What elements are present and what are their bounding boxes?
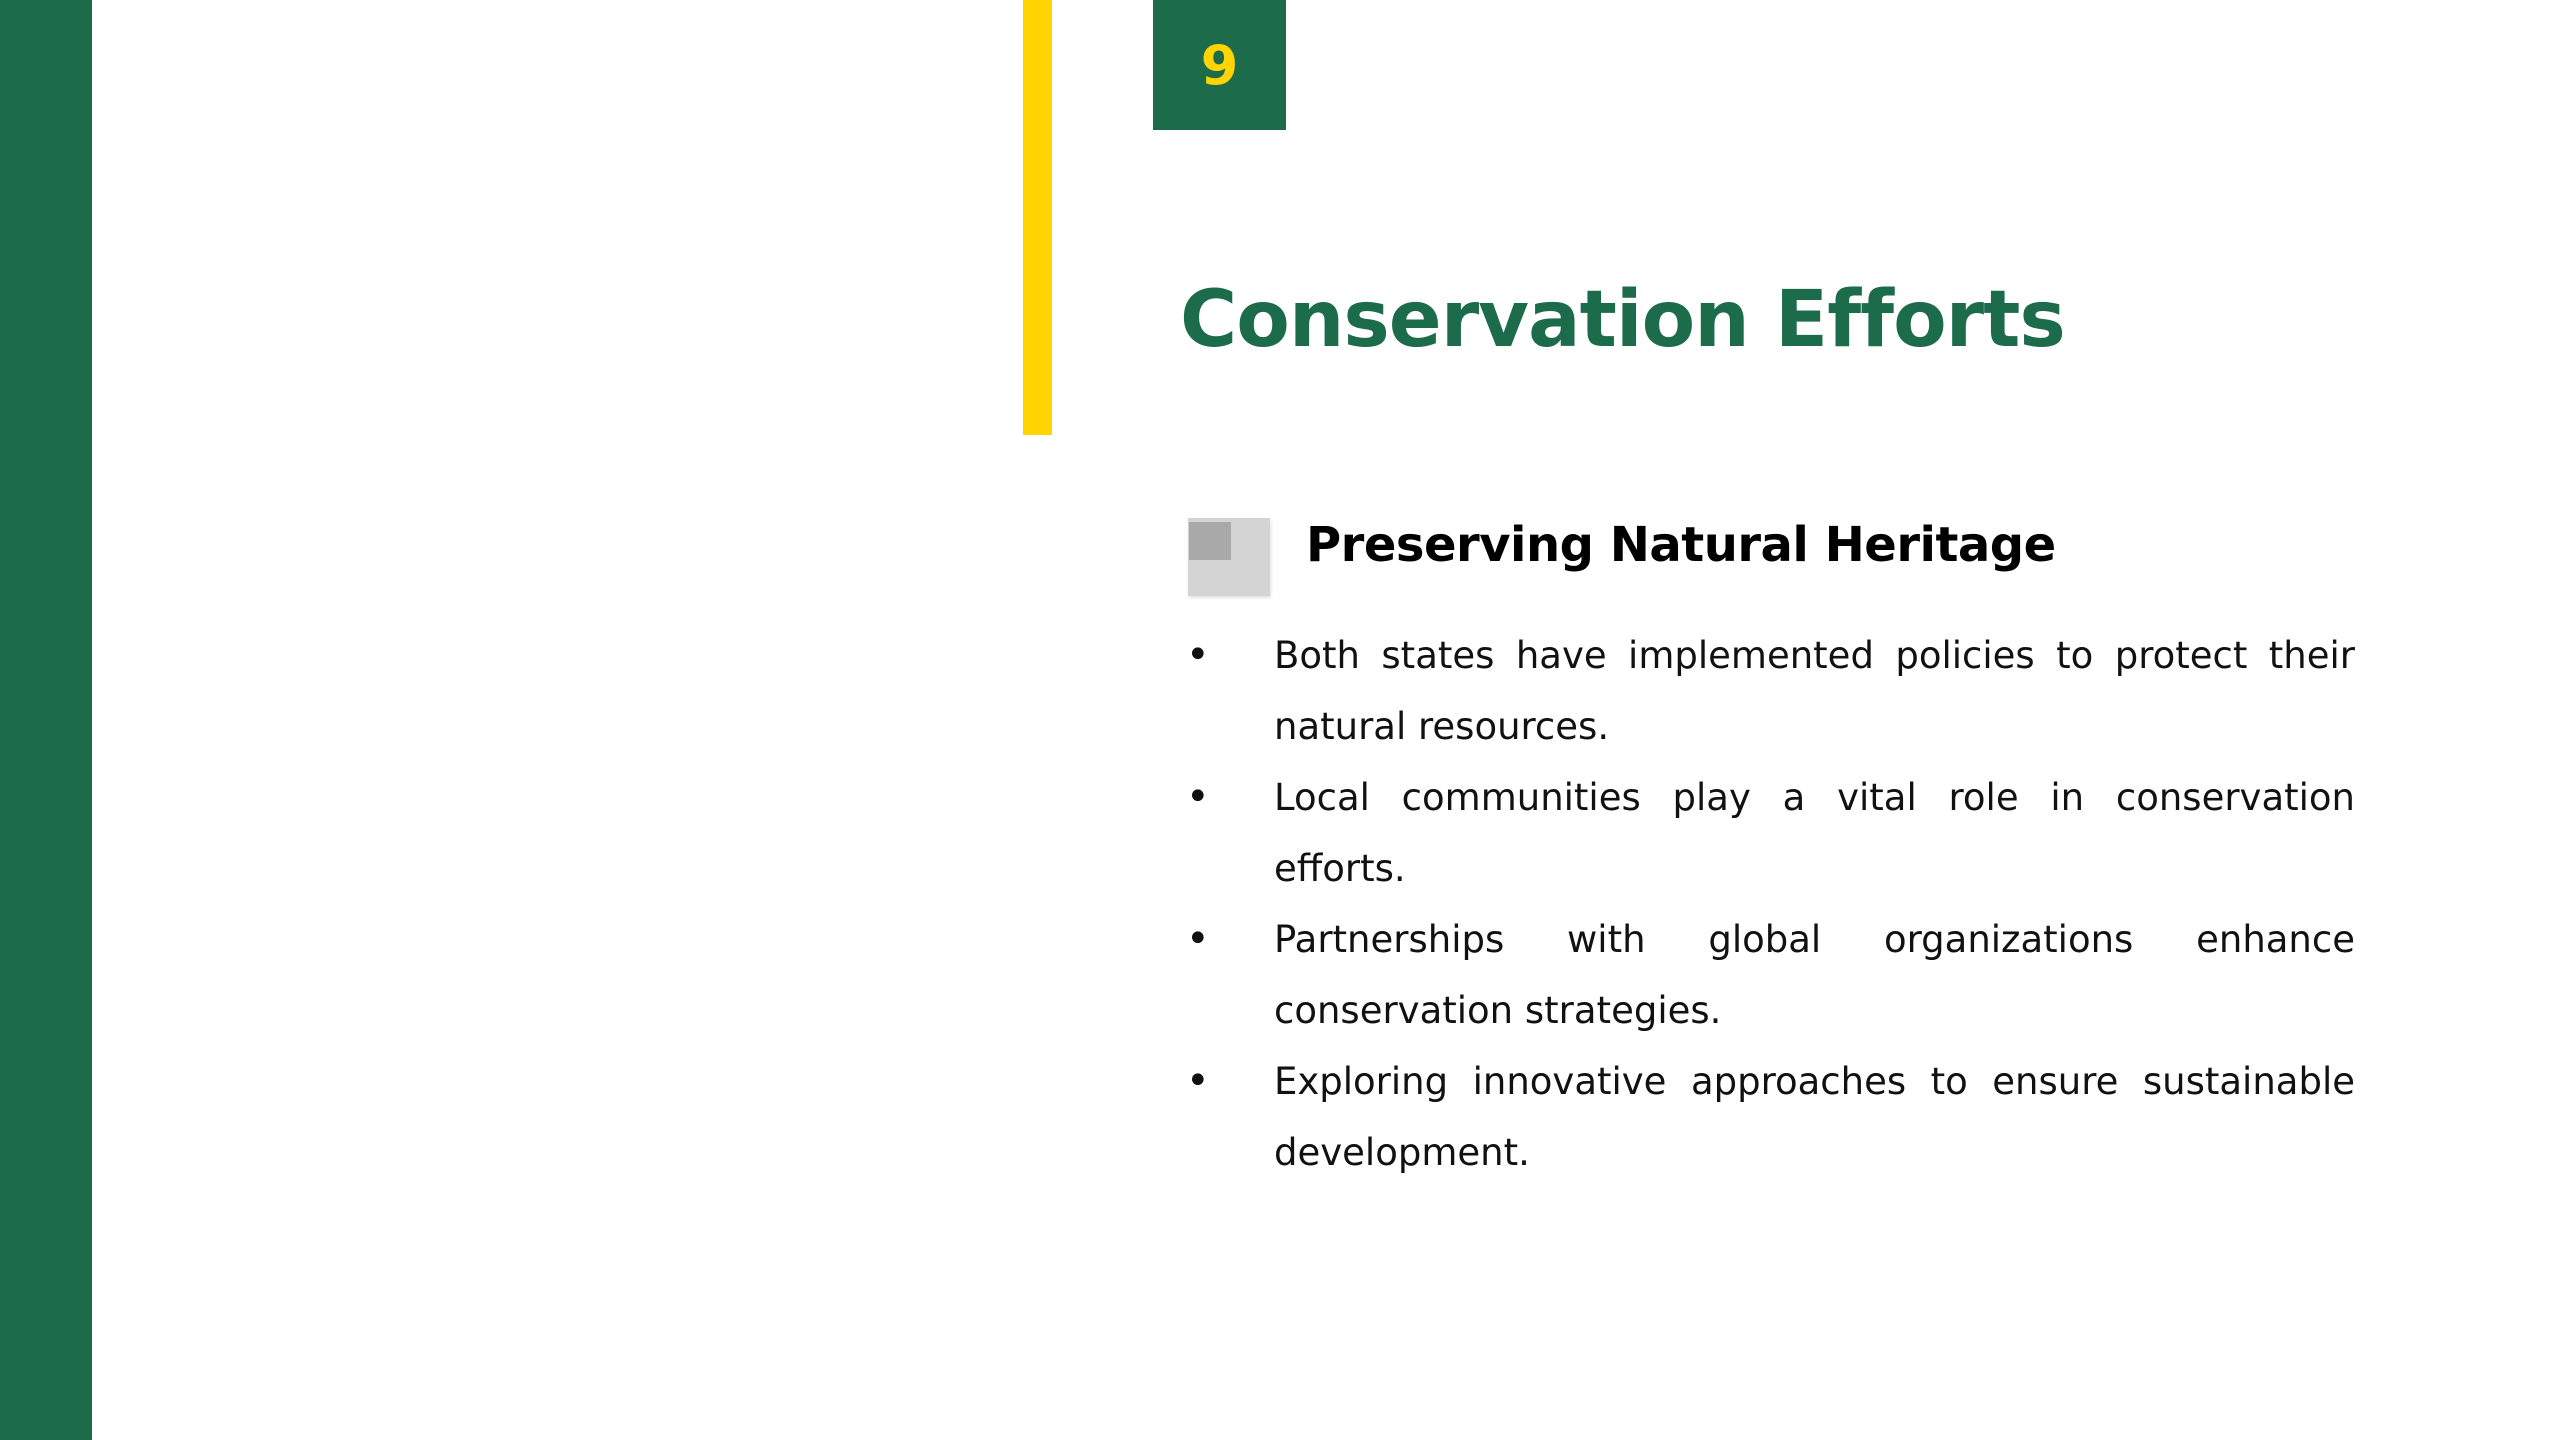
list-item-text: Local communities play a vital role in c… (1274, 776, 2355, 890)
bullet-icon: • (1186, 632, 1210, 678)
list-item-text: Exploring innovative approaches to ensur… (1274, 1060, 2355, 1174)
left-green-band (0, 0, 92, 1440)
list-item: • Partnerships with global organizations… (1180, 904, 2355, 1046)
list-item: • Both states have implemented policies … (1180, 620, 2355, 762)
slide-title: Conservation Efforts (1180, 275, 2066, 365)
list-item-text: Both states have implemented policies to… (1274, 634, 2355, 748)
list-item: • Local communities play a vital role in… (1180, 762, 2355, 904)
bullet-icon: • (1186, 1058, 1210, 1104)
yellow-accent-bar (1023, 0, 1052, 435)
square-stack-icon (1188, 518, 1270, 596)
bullet-icon: • (1186, 774, 1210, 820)
bullet-icon: • (1186, 916, 1210, 962)
section-heading: Preserving Natural Heritage (1306, 517, 2056, 573)
page-number-badge: 9 (1153, 0, 1286, 130)
bullet-list: • Both states have implemented policies … (1180, 620, 2355, 1188)
list-item: • Exploring innovative approaches to ens… (1180, 1046, 2355, 1188)
list-item-text: Partnerships with global organizations e… (1274, 918, 2355, 1032)
page-number: 9 (1200, 33, 1239, 97)
icon-front-square (1189, 522, 1231, 560)
